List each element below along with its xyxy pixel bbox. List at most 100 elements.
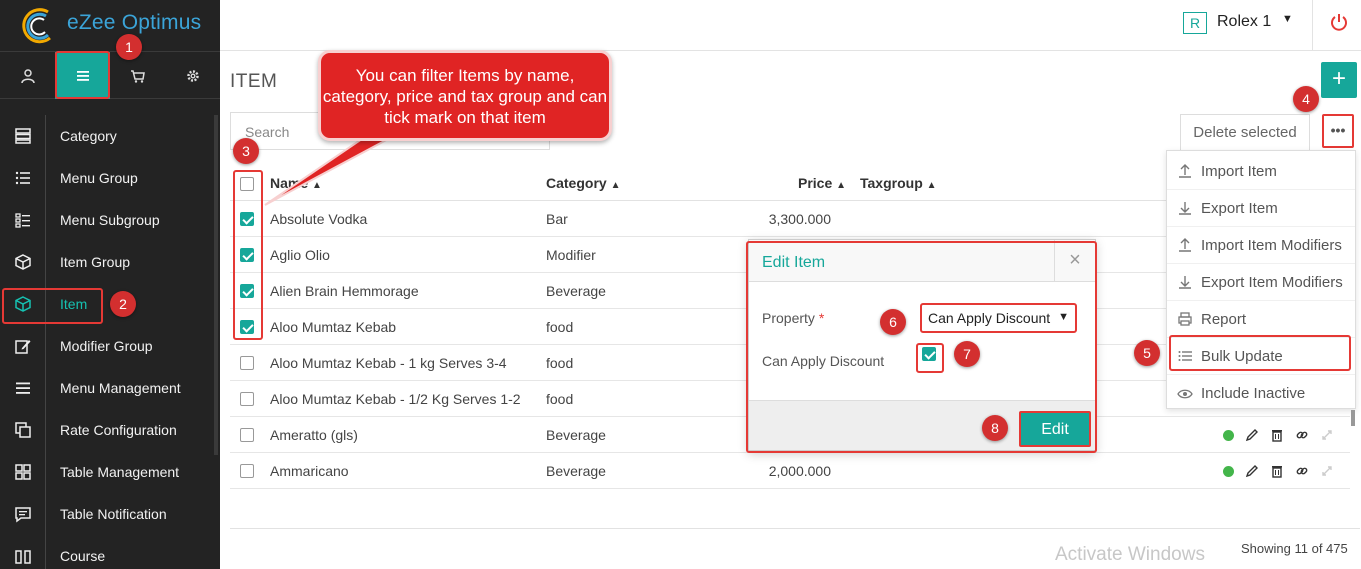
sidebar-item-label: Menu Group [60,170,138,186]
cart-icon [130,69,145,83]
sidebar-item-label: Item Group [60,254,131,270]
upload-icon [1179,238,1191,252]
item-category: food [546,355,574,371]
book-icon [15,550,31,564]
menu-item-import-item[interactable]: Import Item [1167,153,1355,190]
item-name: Aloo Mumtaz Kebab - 1 kg Serves 3-4 [270,355,507,371]
highlight-menu-tab [55,51,110,99]
sidebar-item-table-notification[interactable]: Table Notification [0,493,220,535]
step-badge: 8 [982,415,1008,441]
menu-item-import-item-modifiers[interactable]: Import Item Modifiers [1167,227,1355,264]
list-icon [15,171,30,185]
edit-pencil-icon[interactable] [1245,428,1259,442]
menu-item-label: Report [1201,310,1247,328]
item-category: food [546,319,574,335]
item-category: Modifier [546,247,596,263]
dropdown-scrollbar[interactable] [1351,410,1355,426]
sidebar-item-menu-group[interactable]: Menu Group [0,157,220,199]
menu-item-export-item-modifiers[interactable]: Export Item Modifiers [1167,264,1355,301]
item-price: 2,000.000 [768,463,831,479]
caret-down-icon[interactable]: ▼ [1282,13,1293,25]
sidebar-item-label: Menu Management [60,380,181,396]
step-badge: 6 [880,309,906,335]
column-category[interactable]: Category ▲ [546,175,620,191]
sidebar-item-table-management[interactable]: Table Management [0,451,220,493]
sidebar-item-menu-management[interactable]: Menu Management [0,367,220,409]
tab-settings[interactable] [165,52,220,99]
column-price[interactable]: Price ▲ [798,175,846,191]
outlet-badge: R [1183,12,1207,34]
sidebar-item-rate-configuration[interactable]: Rate Configuration [0,409,220,451]
grid-icon [15,464,31,480]
sort-arrow-icon: ▲ [610,180,621,191]
step-badge: 4 [1293,86,1319,112]
power-icon[interactable] [1329,12,1349,32]
more-options-button[interactable]: ••• [1322,114,1354,148]
table-row[interactable]: Ammaricano Beverage 2,000.000 [230,453,1350,489]
tab-user[interactable] [0,52,55,99]
item-category: Bar [546,211,568,227]
sidebar-item-label: Course [60,548,106,564]
sort-arrow-icon: ▲ [312,180,322,191]
sort-arrow-icon: ▲ [926,180,937,191]
pagination-summary: Showing 11 of 475 [1241,541,1348,556]
highlight-discount-checkbox [916,343,944,373]
sidebar-item-label: Table Management [60,464,180,480]
sidebar-item-menu-subgroup[interactable]: Menu Subgroup [0,199,220,241]
edit-pencil-icon[interactable] [1245,464,1259,478]
item-name: Aloo Mumtaz Kebab - 1/2 Kg Serves 1-2 [270,391,521,407]
trash-icon[interactable] [1270,464,1284,478]
move-arrows-icon[interactable] [1320,464,1334,478]
row-checkbox[interactable] [240,428,254,442]
sidebar-item-label: Modifier Group [60,338,153,354]
trash-icon[interactable] [1270,428,1284,442]
download-icon [1179,202,1191,215]
row-actions [1223,463,1334,479]
row-checkbox[interactable] [240,464,254,478]
delete-selected-button[interactable]: Delete selected [1180,114,1310,152]
sort-arrow-icon: ▲ [836,180,847,191]
sublist-icon [15,213,30,228]
callout-annotation: You can filter Items by name, category, … [318,50,612,141]
link-icon[interactable] [1295,428,1309,442]
move-arrows-icon[interactable] [1320,428,1334,442]
download-icon [1179,276,1191,289]
app-name: eZee Optimus [67,11,202,34]
outlet-selector[interactable]: Rolex 1 [1217,13,1271,31]
item-category: Beverage [546,283,606,299]
page-title: ITEM [230,71,278,92]
upload-icon [1179,164,1191,178]
menu-item-label: Include Inactive [1201,385,1306,402]
user-icon [20,68,35,83]
link-icon[interactable] [1295,464,1309,478]
tab-cart[interactable] [110,52,165,99]
menu-item-label: Export Item Modifiers [1201,273,1343,291]
row-actions [1223,427,1334,443]
sidebar: eZee Optimus Category Menu Group Menu Su… [0,0,220,569]
item-category: Beverage [546,427,606,443]
item-category: Beverage [546,463,606,479]
row-checkbox[interactable] [240,356,254,370]
copy-icon [15,422,31,438]
menu-item-report[interactable]: Report [1167,301,1355,338]
column-name[interactable]: Name ▲ [270,175,322,191]
sidebar-item-course[interactable]: Course [0,535,220,569]
step-badge: 3 [233,138,259,164]
gear-icon [186,69,199,82]
category-icon [15,128,31,144]
app-logo[interactable]: eZee Optimus [0,0,220,51]
item-name: Ammaricano [270,463,349,479]
topbar-divider [1312,0,1313,51]
menu-item-include-inactive[interactable]: Include Inactive [1167,375,1355,412]
sidebar-item-category[interactable]: Category [0,115,220,157]
menu-item-label: Import Item Modifiers [1201,236,1342,254]
sidebar-item-modifier-group[interactable]: Modifier Group [0,325,220,367]
row-checkbox[interactable] [240,392,254,406]
eye-icon [1177,389,1193,398]
column-taxgroup[interactable]: Taxgroup ▲ [860,175,937,191]
sidebar-item-label: Table Notification [60,506,167,522]
add-item-button[interactable]: + [1321,62,1357,98]
sidebar-item-item-group[interactable]: Item Group [0,241,220,283]
item-name: Ameratto (gls) [270,427,358,443]
menu-item-export-item[interactable]: Export Item [1167,190,1355,227]
